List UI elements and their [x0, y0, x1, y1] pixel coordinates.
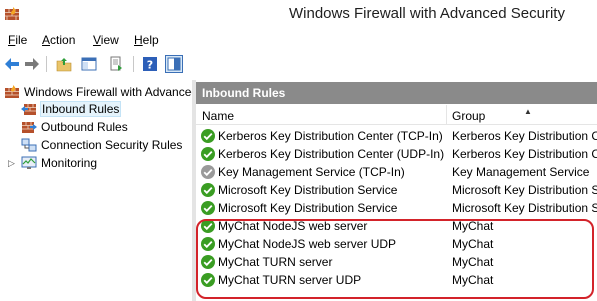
properties-pane-icon[interactable] [165, 55, 183, 73]
firewall-icon [5, 85, 19, 98]
expand-monitoring-chevron-icon[interactable]: ▷ [8, 158, 15, 169]
table-row[interactable]: Kerberos Key Distribution Center (TCP-In… [196, 127, 597, 145]
table-row[interactable]: MyChat NodeJS web server UDP MyChat [196, 235, 597, 253]
up-folder-icon[interactable] [55, 55, 73, 73]
rule-name: MyChat TURN server [218, 255, 333, 269]
tree-item-outbound-rules[interactable]: Outbound Rules [21, 118, 128, 136]
rule-group: Key Management Service [452, 165, 590, 179]
tree-item-connection-security-rules[interactable]: Connection Security Rules [21, 136, 182, 154]
svg-text:?: ? [147, 59, 153, 72]
tree-root[interactable]: Windows Firewall with Advanced Security … [4, 83, 192, 101]
sort-ascending-icon: ▲ [524, 107, 532, 116]
table-row[interactable]: MyChat TURN server UDP MyChat [196, 271, 597, 289]
navigation-tree: Windows Firewall with Advanced Security … [0, 80, 192, 301]
rule-group: MyChat [452, 273, 494, 287]
pane-title: Inbound Rules [196, 82, 597, 104]
rule-name: MyChat TURN server UDP [218, 273, 362, 287]
back-icon[interactable] [3, 55, 21, 73]
rule-group: Kerberos Key Distribution C... [452, 129, 597, 143]
outbound-rules-icon [22, 122, 37, 133]
menu-view[interactable]: View [93, 33, 119, 47]
toolbar-separator [133, 56, 134, 72]
rule-disabled-check-icon [201, 165, 215, 179]
rule-name: MyChat NodeJS web server [218, 219, 368, 233]
toolbar-separator [46, 56, 47, 72]
toolbar: ? [0, 52, 597, 78]
menu-bar: File Action View Help [0, 30, 597, 50]
rule-group: MyChat [452, 255, 494, 269]
rule-enabled-check-icon [201, 183, 215, 197]
rule-name: Key Management Service (TCP-In) [218, 165, 405, 179]
table-row[interactable]: MyChat TURN server MyChat [196, 253, 597, 271]
rules-pane: Inbound Rules Name Group ▲ Kerberos Key … [196, 80, 597, 301]
column-header-group[interactable]: Group [452, 109, 485, 123]
table-row[interactable]: Key Management Service (TCP-In) Key Manag… [196, 163, 597, 181]
title-bar: Windows Firewall with Advanced Security [0, 0, 597, 30]
rule-group: Microsoft Key Distribution S... [452, 183, 597, 197]
rule-enabled-check-icon [201, 147, 215, 161]
rule-name: Microsoft Key Distribution Service [218, 183, 398, 197]
table-row[interactable]: Microsoft Key Distribution Service Micros… [196, 181, 597, 199]
rule-enabled-check-icon [201, 273, 215, 287]
tree-item-inbound-rules[interactable]: Inbound Rules [21, 100, 122, 118]
rule-name: Kerberos Key Distribution Center (UDP-In… [218, 147, 445, 161]
rule-group: Kerberos Key Distribution C... [452, 147, 597, 161]
export-list-icon[interactable] [108, 55, 126, 73]
rule-enabled-check-icon [201, 201, 215, 215]
table-row[interactable]: Microsoft Key Distribution Service Micros… [196, 199, 597, 217]
table-row[interactable]: MyChat NodeJS web server MyChat [196, 217, 597, 235]
forward-icon[interactable] [23, 55, 41, 73]
tree-item-monitoring[interactable]: Monitoring [21, 154, 97, 172]
rule-enabled-check-icon [201, 255, 215, 269]
rule-enabled-check-icon [201, 129, 215, 143]
table-row[interactable]: Kerberos Key Distribution Center (UDP-In… [196, 145, 597, 163]
window-title: Windows Firewall with Advanced Security [289, 5, 565, 22]
connection-security-icon [21, 138, 37, 152]
firewall-icon [5, 7, 19, 20]
rule-enabled-check-icon [201, 219, 215, 233]
menu-help[interactable]: Help [134, 33, 159, 47]
menu-action[interactable]: Action [42, 33, 75, 47]
rule-group: MyChat [452, 237, 494, 251]
help-icon[interactable]: ? [141, 55, 159, 73]
rule-enabled-check-icon [201, 237, 215, 251]
rule-name: Microsoft Key Distribution Service [218, 201, 398, 215]
show-hide-tree-icon[interactable] [80, 55, 98, 73]
rule-group: Microsoft Key Distribution S... [452, 201, 597, 215]
monitoring-icon [21, 156, 37, 169]
rule-name: MyChat NodeJS web server UDP [218, 237, 397, 251]
column-header-name[interactable]: Name [202, 109, 234, 123]
column-headers: Name Group ▲ [196, 105, 597, 125]
rule-name: Kerberos Key Distribution Center (TCP-In… [218, 129, 443, 143]
menu-file[interactable]: File [8, 33, 27, 47]
column-divider[interactable] [446, 105, 447, 125]
inbound-rules-icon [21, 104, 36, 115]
rule-group: MyChat [452, 219, 494, 233]
